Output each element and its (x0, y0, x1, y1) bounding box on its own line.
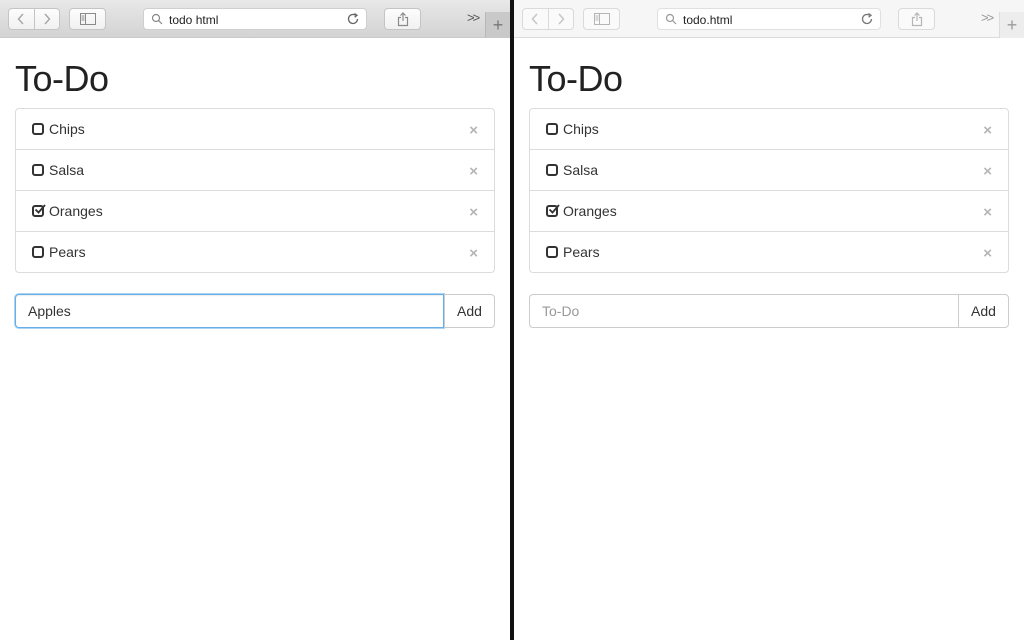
chevron-left-icon (531, 13, 538, 25)
forward-button[interactable] (549, 9, 574, 29)
close-icon[interactable]: × (983, 245, 992, 262)
magnifier-icon (665, 13, 677, 25)
checkbox-icon[interactable] (32, 246, 44, 258)
address-bar[interactable]: todo html (143, 8, 367, 30)
item-label: Pears (49, 244, 86, 260)
add-button[interactable]: Add (444, 294, 495, 328)
list-item: Salsa × (16, 149, 494, 190)
address-url: todo html (169, 13, 219, 27)
address-url: todo.html (683, 13, 733, 27)
todo-list: Chips × Salsa × Oranges × Pears × (15, 108, 495, 273)
list-item: Pears × (530, 231, 1008, 272)
reload-icon[interactable] (860, 12, 874, 26)
checkbox-icon[interactable] (32, 164, 44, 176)
share-button[interactable] (384, 8, 421, 30)
close-icon[interactable]: × (469, 163, 478, 180)
close-icon[interactable]: × (469, 122, 478, 139)
close-icon[interactable]: × (983, 122, 992, 139)
add-todo-form: Add (15, 294, 495, 328)
item-label: Salsa (563, 162, 599, 178)
todo-page: To-Do Chips × Salsa × Oranges × Pears × … (15, 38, 495, 328)
close-icon[interactable]: × (469, 245, 478, 262)
browser-toolbar: todo.html >> + (514, 0, 1024, 38)
item-label: Chips (563, 121, 599, 137)
page-title: To-Do (15, 58, 109, 99)
item-label: Chips (49, 121, 85, 137)
todo-list: Chips × Salsa × Oranges × Pears × (529, 108, 1009, 273)
back-button[interactable] (523, 9, 549, 29)
overflow-chevrons[interactable]: >> (467, 10, 480, 25)
nav-buttons (8, 8, 60, 30)
todo-input[interactable] (529, 294, 958, 328)
page-title: To-Do (529, 58, 623, 99)
sidebar-button[interactable] (69, 8, 106, 30)
back-button[interactable] (9, 9, 35, 29)
browser-window-right: todo.html >> + To-Do Chips × Salsa × Ora… (514, 0, 1024, 640)
checkbox-icon[interactable] (546, 164, 558, 176)
nav-buttons (522, 8, 574, 30)
add-button[interactable]: Add (958, 294, 1009, 328)
overflow-chevrons[interactable]: >> (981, 10, 994, 25)
item-label: Oranges (563, 203, 617, 219)
magnifier-icon (151, 13, 163, 25)
chevron-right-icon (44, 13, 51, 25)
item-label: Salsa (49, 162, 85, 178)
close-icon[interactable]: × (469, 204, 478, 221)
todo-page: To-Do Chips × Salsa × Oranges × Pears × … (529, 38, 1009, 328)
list-item: Chips × (16, 109, 494, 149)
checkbox-checked-icon[interactable] (546, 204, 560, 217)
forward-button[interactable] (35, 9, 60, 29)
list-item: Salsa × (530, 149, 1008, 190)
browser-toolbar: todo html >> + (0, 0, 510, 38)
sidebar-icon (79, 13, 96, 25)
item-label: Pears (563, 244, 600, 260)
share-icon (911, 11, 922, 26)
item-label: Oranges (49, 203, 103, 219)
close-icon[interactable]: × (983, 204, 992, 221)
list-item: Oranges × (16, 190, 494, 231)
reload-icon[interactable] (346, 12, 360, 26)
share-button[interactable] (898, 8, 935, 30)
browser-window-left: todo html >> + To-Do Chips × Salsa × Ora… (0, 0, 510, 640)
chevron-right-icon (558, 13, 565, 25)
checkbox-icon[interactable] (546, 246, 558, 258)
screen: todo html >> + To-Do Chips × Salsa × Ora… (0, 0, 1024, 640)
share-icon (397, 11, 408, 26)
chevron-left-icon (17, 13, 24, 25)
checkbox-icon[interactable] (32, 123, 44, 135)
todo-input[interactable] (15, 294, 444, 328)
sidebar-icon (593, 13, 610, 25)
sidebar-button[interactable] (583, 8, 620, 30)
add-todo-form: Add (529, 294, 1009, 328)
list-item: Pears × (16, 231, 494, 272)
new-tab-button[interactable]: + (485, 12, 510, 38)
checkbox-icon[interactable] (546, 123, 558, 135)
checkbox-checked-icon[interactable] (32, 204, 46, 217)
new-tab-button[interactable]: + (999, 12, 1024, 38)
close-icon[interactable]: × (983, 163, 992, 180)
list-item: Oranges × (530, 190, 1008, 231)
list-item: Chips × (530, 109, 1008, 149)
address-bar[interactable]: todo.html (657, 8, 881, 30)
